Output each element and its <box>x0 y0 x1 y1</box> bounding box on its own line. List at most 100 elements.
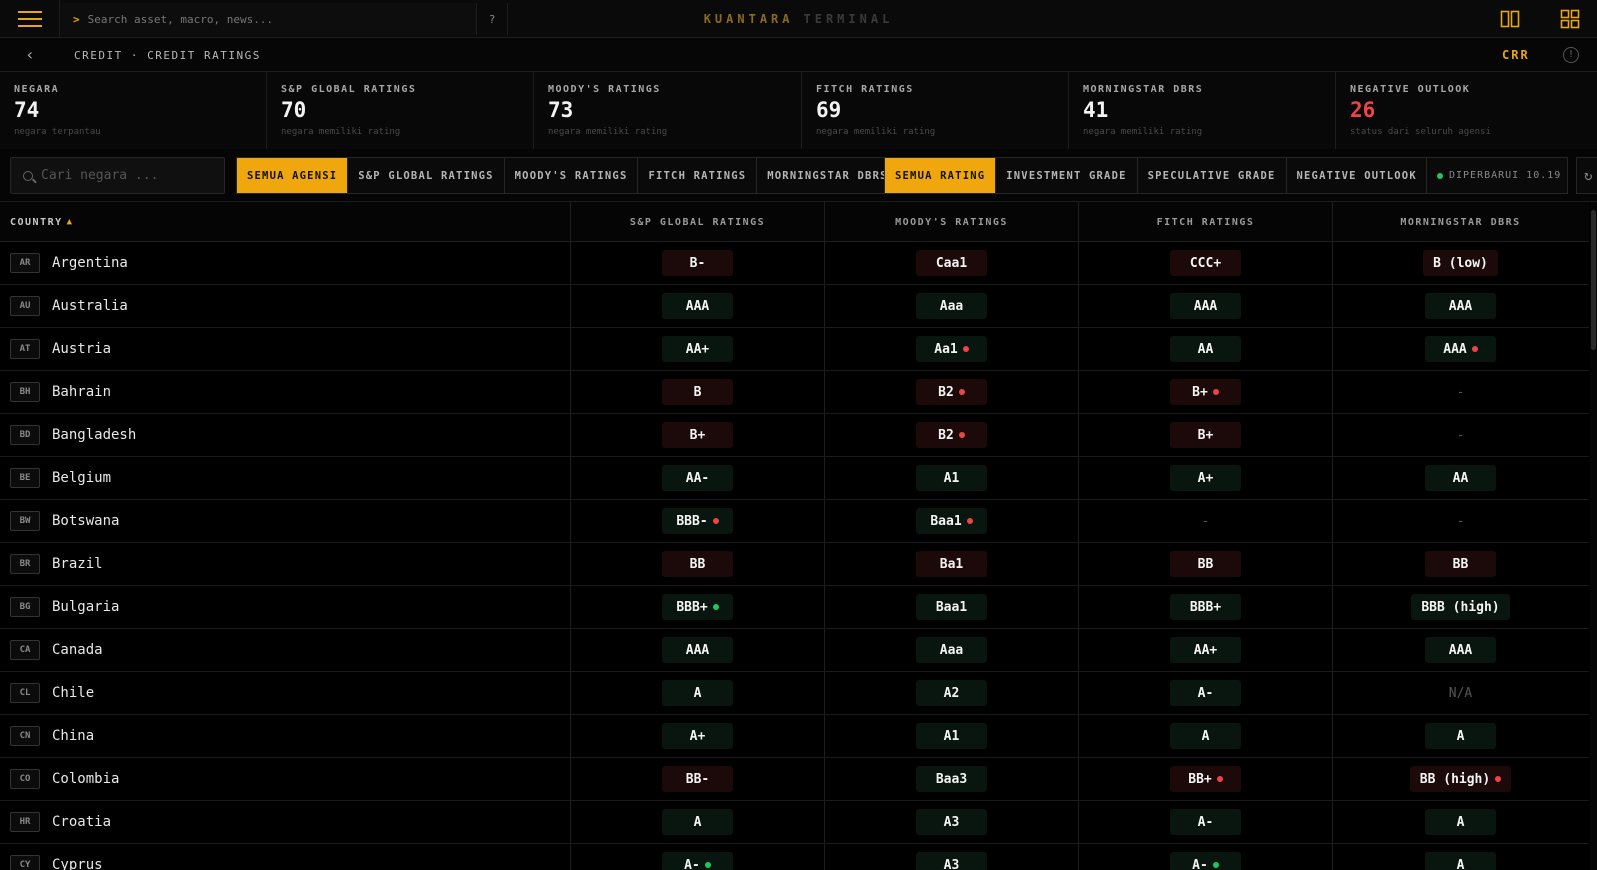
rating-filter-button[interactable]: INVESTMENT GRADE <box>996 158 1138 193</box>
agency-column-header[interactable]: MORNINGSTAR DBRS <box>1333 202 1588 242</box>
table-row[interactable]: CY Cyprus A- A3 A- A <box>0 844 1589 870</box>
rating-badge[interactable]: CCC+ <box>1170 250 1241 276</box>
rating-badge[interactable]: Aaa <box>916 637 987 663</box>
table-row[interactable]: BR Brazil BB Ba1 BB BB <box>0 543 1589 586</box>
agency-filter-button[interactable]: MOODY'S RATINGS <box>504 158 639 193</box>
rating-badge[interactable]: Baa3 <box>916 766 987 792</box>
table-scrollbar[interactable] <box>1590 202 1597 870</box>
rating-badge[interactable]: A3 <box>916 852 987 870</box>
rating-badge[interactable]: A1 <box>916 723 987 749</box>
rating-badge[interactable]: Aa1 <box>916 336 987 362</box>
table-row[interactable]: AU Australia AAA Aaa AAA AAA <box>0 285 1589 328</box>
table-row[interactable]: AR Argentina B- Caa1 CCC+ B (low) <box>0 242 1589 285</box>
rating-badge[interactable]: B2 <box>916 422 987 448</box>
refresh-button[interactable]: ↻ <box>1576 157 1597 194</box>
rating-cell: B2 <box>825 371 1079 413</box>
agency-filter-button[interactable]: MORNINGSTAR DBRS <box>757 158 898 193</box>
rating-badge[interactable]: BB+ <box>1170 766 1241 792</box>
rating-badge[interactable]: A- <box>1170 809 1241 835</box>
rating-badge[interactable]: AAA <box>662 637 733 663</box>
rating-badge[interactable]: B- <box>662 250 733 276</box>
rating-badge[interactable]: Baa1 <box>916 594 987 620</box>
info-icon[interactable]: ! <box>1563 47 1579 63</box>
rating-badge[interactable]: AAA <box>1170 293 1241 319</box>
rating-badge[interactable]: AAA <box>1425 336 1496 362</box>
rating-badge[interactable]: AAA <box>662 293 733 319</box>
table-row[interactable]: CA Canada AAA Aaa AA+ AAA <box>0 629 1589 672</box>
table-row[interactable]: AT Austria AA+ Aa1 AA AAA <box>0 328 1589 371</box>
rating-badge[interactable]: A <box>1170 723 1241 749</box>
rating-badge[interactable]: BB <box>1170 551 1241 577</box>
rating-badge[interactable]: AA- <box>662 465 733 491</box>
rating-badge[interactable]: B+ <box>662 422 733 448</box>
rating-badge[interactable]: A3 <box>916 809 987 835</box>
country-column-header[interactable]: COUNTRY ▲ <box>0 202 571 242</box>
rating-filter-button[interactable]: SEMUA RATING <box>885 158 997 193</box>
back-chevron-icon[interactable]: ‹ <box>20 47 40 63</box>
rating-badge[interactable]: A- <box>1170 852 1241 870</box>
rating-badge[interactable]: AA+ <box>662 336 733 362</box>
help-button[interactable]: ? <box>476 3 508 35</box>
rating-cell: A+ <box>1079 457 1333 499</box>
rating-badge[interactable]: Baa1 <box>916 508 987 534</box>
agency-column-header[interactable]: S&P GLOBAL RATINGS <box>571 202 825 242</box>
rating-badge[interactable]: A <box>662 809 733 835</box>
rating-badge[interactable]: BB <box>662 551 733 577</box>
rating-badge[interactable]: BB- <box>662 766 733 792</box>
global-search-input[interactable]: > Search asset, macro, news... <box>61 3 476 35</box>
table-row[interactable]: BE Belgium AA- A1 A+ AA <box>0 457 1589 500</box>
rating-badge[interactable]: Ba1 <box>916 551 987 577</box>
country-code-badge: CY <box>10 855 40 870</box>
rating-badge[interactable]: BBB (high) <box>1411 594 1510 620</box>
table-row[interactable]: HR Croatia A A3 A- A <box>0 801 1589 844</box>
rating-cell: BB <box>1079 543 1333 585</box>
rating-filter-button[interactable]: SPECULATIVE GRADE <box>1137 158 1287 193</box>
rating-badge[interactable]: A+ <box>662 723 733 749</box>
rating-filter-button[interactable]: NEGATIVE OUTLOOK <box>1286 158 1427 193</box>
rating-badge[interactable]: A2 <box>916 680 987 706</box>
table-row[interactable]: BH Bahrain B B2 B+ - <box>0 371 1589 414</box>
rating-badge[interactable]: A <box>1425 852 1496 870</box>
table-row[interactable]: CO Colombia BB- Baa3 BB+ BB (high) <box>0 758 1589 801</box>
rating-badge[interactable]: Caa1 <box>916 250 987 276</box>
rating-badge[interactable]: A <box>1425 723 1496 749</box>
scrollbar-thumb[interactable] <box>1591 210 1596 350</box>
agency-column-header[interactable]: FITCH RATINGS <box>1079 202 1333 242</box>
menu-button[interactable] <box>0 0 60 38</box>
table-row[interactable]: CN China A+ A1 A A <box>0 715 1589 758</box>
rating-badge[interactable]: BB <box>1425 551 1496 577</box>
table-row[interactable]: CL Chile A A2 A- N/A <box>0 672 1589 715</box>
rating-badge[interactable]: AAA <box>1425 637 1496 663</box>
grid-layout-icon[interactable] <box>1560 9 1580 29</box>
country-search-input[interactable]: Cari negara ... <box>10 157 225 194</box>
rating-cell: AAA <box>571 285 825 327</box>
rating-badge[interactable]: B (low) <box>1423 250 1498 276</box>
rating-badge[interactable]: A- <box>1170 680 1241 706</box>
rating-badge[interactable]: AAA <box>1425 293 1496 319</box>
rating-badge[interactable]: A+ <box>1170 465 1241 491</box>
rating-badge[interactable]: A <box>1425 809 1496 835</box>
agency-filter-button[interactable]: S&P GLOBAL RATINGS <box>348 158 505 193</box>
rating-badge[interactable]: AA <box>1425 465 1496 491</box>
rating-badge[interactable]: BBB+ <box>1170 594 1241 620</box>
table-row[interactable]: BD Bangladesh B+ B2 B+ - <box>0 414 1589 457</box>
rating-badge[interactable]: Aaa <box>916 293 987 319</box>
rating-badge[interactable]: A- <box>662 852 733 870</box>
table-row[interactable]: BG Bulgaria BBB+ Baa1 BBB+ BBB (high) <box>0 586 1589 629</box>
rating-badge[interactable]: B2 <box>916 379 987 405</box>
rating-badge[interactable]: B+ <box>1170 422 1241 448</box>
rating-badge[interactable]: B+ <box>1170 379 1241 405</box>
rating-badge[interactable]: AA <box>1170 336 1241 362</box>
rating-badge[interactable]: AA+ <box>1170 637 1241 663</box>
agency-column-header[interactable]: MOODY'S RATINGS <box>825 202 1079 242</box>
rating-badge[interactable]: A <box>662 680 733 706</box>
rating-badge[interactable]: BBB+ <box>662 594 733 620</box>
split-layout-icon[interactable] <box>1500 9 1520 29</box>
rating-badge[interactable]: BBB- <box>662 508 733 534</box>
rating-badge[interactable]: B <box>662 379 733 405</box>
table-row[interactable]: BW Botswana BBB- Baa1 - - <box>0 500 1589 543</box>
rating-badge[interactable]: BB (high) <box>1409 766 1512 792</box>
agency-filter-button[interactable]: FITCH RATINGS <box>638 158 758 193</box>
agency-filter-button[interactable]: SEMUA AGENSI <box>237 158 349 193</box>
rating-badge[interactable]: A1 <box>916 465 987 491</box>
